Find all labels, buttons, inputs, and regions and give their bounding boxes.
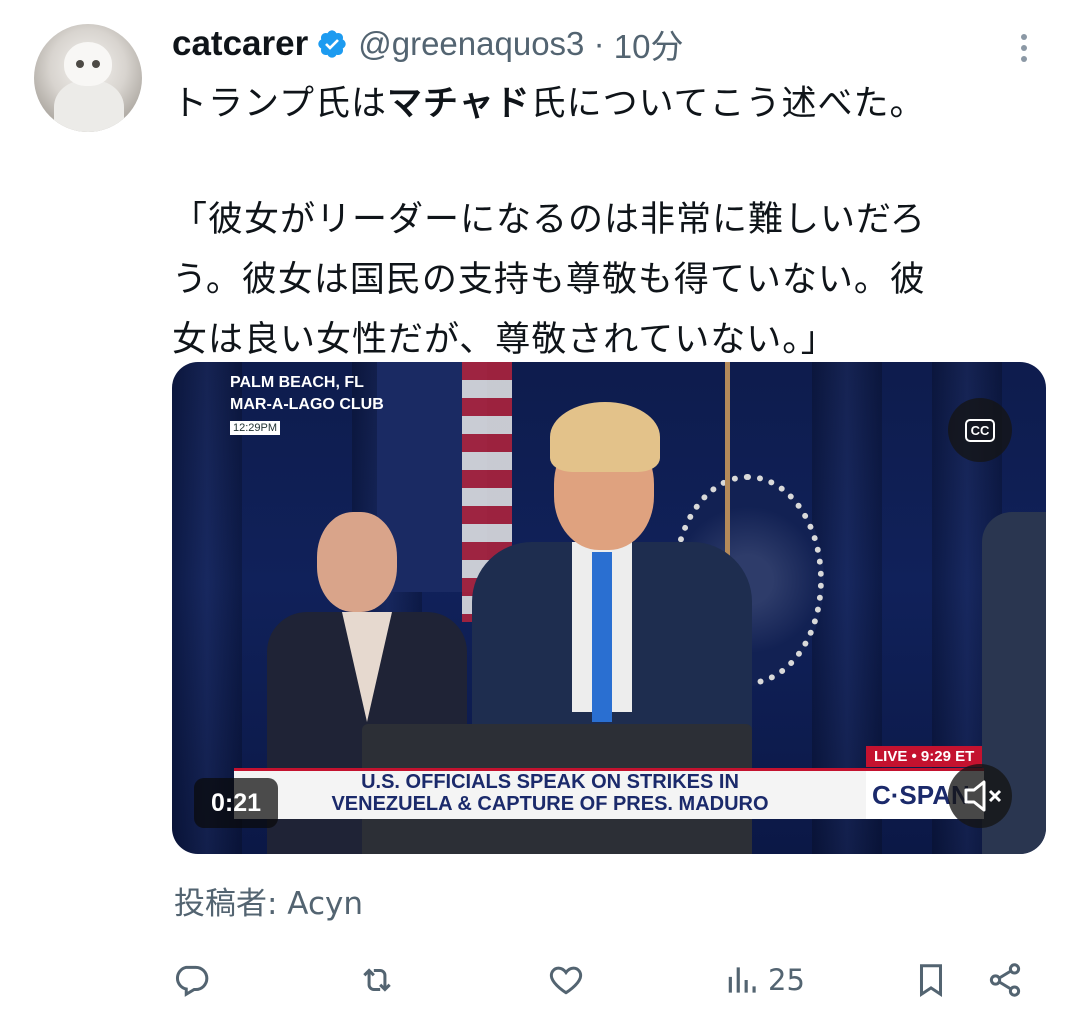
like-button[interactable] — [547, 950, 585, 1010]
heart-icon — [549, 966, 583, 995]
quote-line3: 女は良い女性だが、尊敬されていない。」 — [172, 320, 837, 360]
mute-button[interactable] — [948, 764, 1012, 828]
attribution[interactable]: 投稿者: Acyn — [174, 878, 363, 923]
tweet-text-line1: トランプ氏はマチャド氏についてこう述べた。 — [172, 84, 926, 124]
speaker-muted-icon — [964, 780, 1002, 812]
share-icon — [989, 963, 1021, 997]
bookmark-button[interactable] — [912, 950, 950, 1010]
bold-name: マチャド — [386, 84, 531, 124]
verified-badge-icon — [318, 30, 346, 58]
reply-icon — [176, 965, 209, 997]
cc-icon: CC — [964, 418, 996, 442]
views-button[interactable]: 25 — [724, 950, 805, 1010]
views-icon — [728, 967, 756, 993]
retweet-icon — [363, 968, 391, 992]
author-handle[interactable]: @greenaquos3 — [358, 25, 584, 63]
quote-line1: 「彼女がリーダーになるのは非常に難しいだろ — [172, 200, 926, 240]
bookmark-icon — [919, 964, 943, 998]
avatar[interactable] — [34, 24, 142, 132]
video-player[interactable]: PALM BEACH, FL MAR-A-LAGO CLUB 12:29PM C… — [172, 362, 1046, 854]
tweet-text: トランプ氏はマチャド氏についてこう述べた。 「彼女がリーダーになるのは非常に難し… — [172, 74, 1052, 370]
location-overlay: PALM BEACH, FL MAR-A-LAGO CLUB 12:29PM — [230, 374, 384, 435]
more-options-icon[interactable] — [1012, 30, 1036, 66]
tweet-header: catcarer @greenaquos3 · 10分 — [172, 20, 683, 68]
action-bar: 25 — [170, 950, 1050, 1010]
separator-dot: · — [584, 25, 614, 62]
headline-banner: U.S. OFFICIALS SPEAK ON STRIKES IN VENEZ… — [234, 768, 866, 819]
views-count: 25 — [768, 963, 805, 997]
tweet-time[interactable]: 10分 — [614, 20, 684, 68]
reply-button[interactable] — [172, 950, 210, 1010]
quote-line2: う。彼女は国民の支持も尊敬も得ていない。彼 — [172, 260, 926, 300]
author-name[interactable]: catcarer — [172, 24, 308, 64]
video-timestamp: 0:21 — [194, 778, 278, 828]
captions-button[interactable]: CC — [948, 398, 1012, 462]
retweet-button[interactable] — [358, 950, 396, 1010]
share-button[interactable] — [986, 950, 1024, 1010]
